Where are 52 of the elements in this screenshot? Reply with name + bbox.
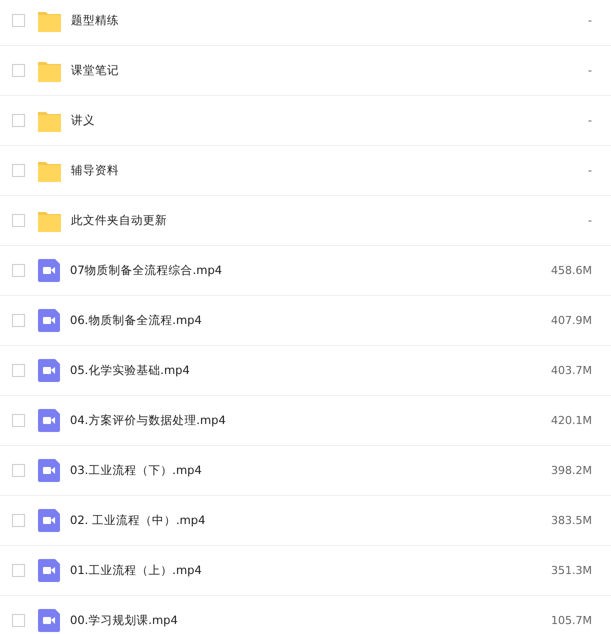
video-file-icon: [38, 459, 60, 482]
file-size: -: [588, 14, 592, 27]
file-name[interactable]: 00.学习规划课.mp4: [70, 613, 552, 628]
file-name[interactable]: 05.化学实验基础.mp4: [70, 363, 552, 378]
folder-icon: [38, 160, 61, 182]
file-size: 398.2M: [551, 464, 592, 477]
file-name[interactable]: 题型精练: [71, 13, 588, 28]
folder-icon: [38, 210, 61, 232]
video-file-icon: [38, 559, 60, 582]
file-name[interactable]: 01.工业流程（上）.mp4: [70, 563, 552, 578]
file-name[interactable]: 03.工业流程（下）.mp4: [70, 463, 552, 478]
file-name[interactable]: 06.物质制备全流程.mp4: [70, 313, 552, 328]
checkbox[interactable]: [12, 614, 25, 627]
checkbox[interactable]: [12, 364, 25, 377]
checkbox[interactable]: [12, 414, 25, 427]
video-file-icon: [38, 509, 60, 532]
file-name[interactable]: 04.方案评价与数据处理.mp4: [70, 413, 552, 428]
file-name[interactable]: 07物质制备全流程综合.mp4: [70, 263, 552, 278]
folder-icon: [38, 110, 61, 132]
file-size: -: [588, 164, 592, 177]
checkbox[interactable]: [12, 114, 25, 127]
checkbox[interactable]: [12, 264, 25, 277]
file-size: 403.7M: [551, 364, 592, 377]
checkbox[interactable]: [12, 164, 25, 177]
checkbox[interactable]: [12, 314, 25, 327]
video-file-icon: [38, 409, 60, 432]
file-size: 420.1M: [551, 414, 592, 427]
file-size: 105.7M: [551, 614, 592, 627]
folder-icon: [38, 60, 61, 82]
video-file-icon: [38, 309, 60, 332]
checkbox[interactable]: [12, 64, 25, 77]
checkbox[interactable]: [12, 14, 25, 27]
checkbox[interactable]: [12, 514, 25, 527]
video-file-icon: [38, 359, 60, 382]
file-size: 458.6M: [551, 264, 592, 277]
file-size: 383.5M: [551, 514, 592, 527]
checkbox[interactable]: [12, 214, 25, 227]
checkbox[interactable]: [12, 464, 25, 477]
folder-icon: [38, 10, 61, 32]
file-name[interactable]: 课堂笔记: [71, 63, 588, 78]
video-file-icon: [38, 609, 60, 632]
file-name[interactable]: 此文件夹自动更新: [71, 213, 588, 228]
file-name[interactable]: 讲义: [71, 113, 588, 128]
video-file-icon: [38, 259, 60, 282]
file-size: -: [588, 64, 592, 77]
file-name[interactable]: 辅导资料: [71, 163, 588, 178]
checkbox[interactable]: [12, 564, 25, 577]
file-size: -: [588, 214, 592, 227]
file-size: 351.3M: [551, 564, 592, 577]
file-name[interactable]: 02. 工业流程（中）.mp4: [70, 513, 552, 528]
file-size: -: [588, 114, 592, 127]
file-size: 407.9M: [551, 314, 592, 327]
